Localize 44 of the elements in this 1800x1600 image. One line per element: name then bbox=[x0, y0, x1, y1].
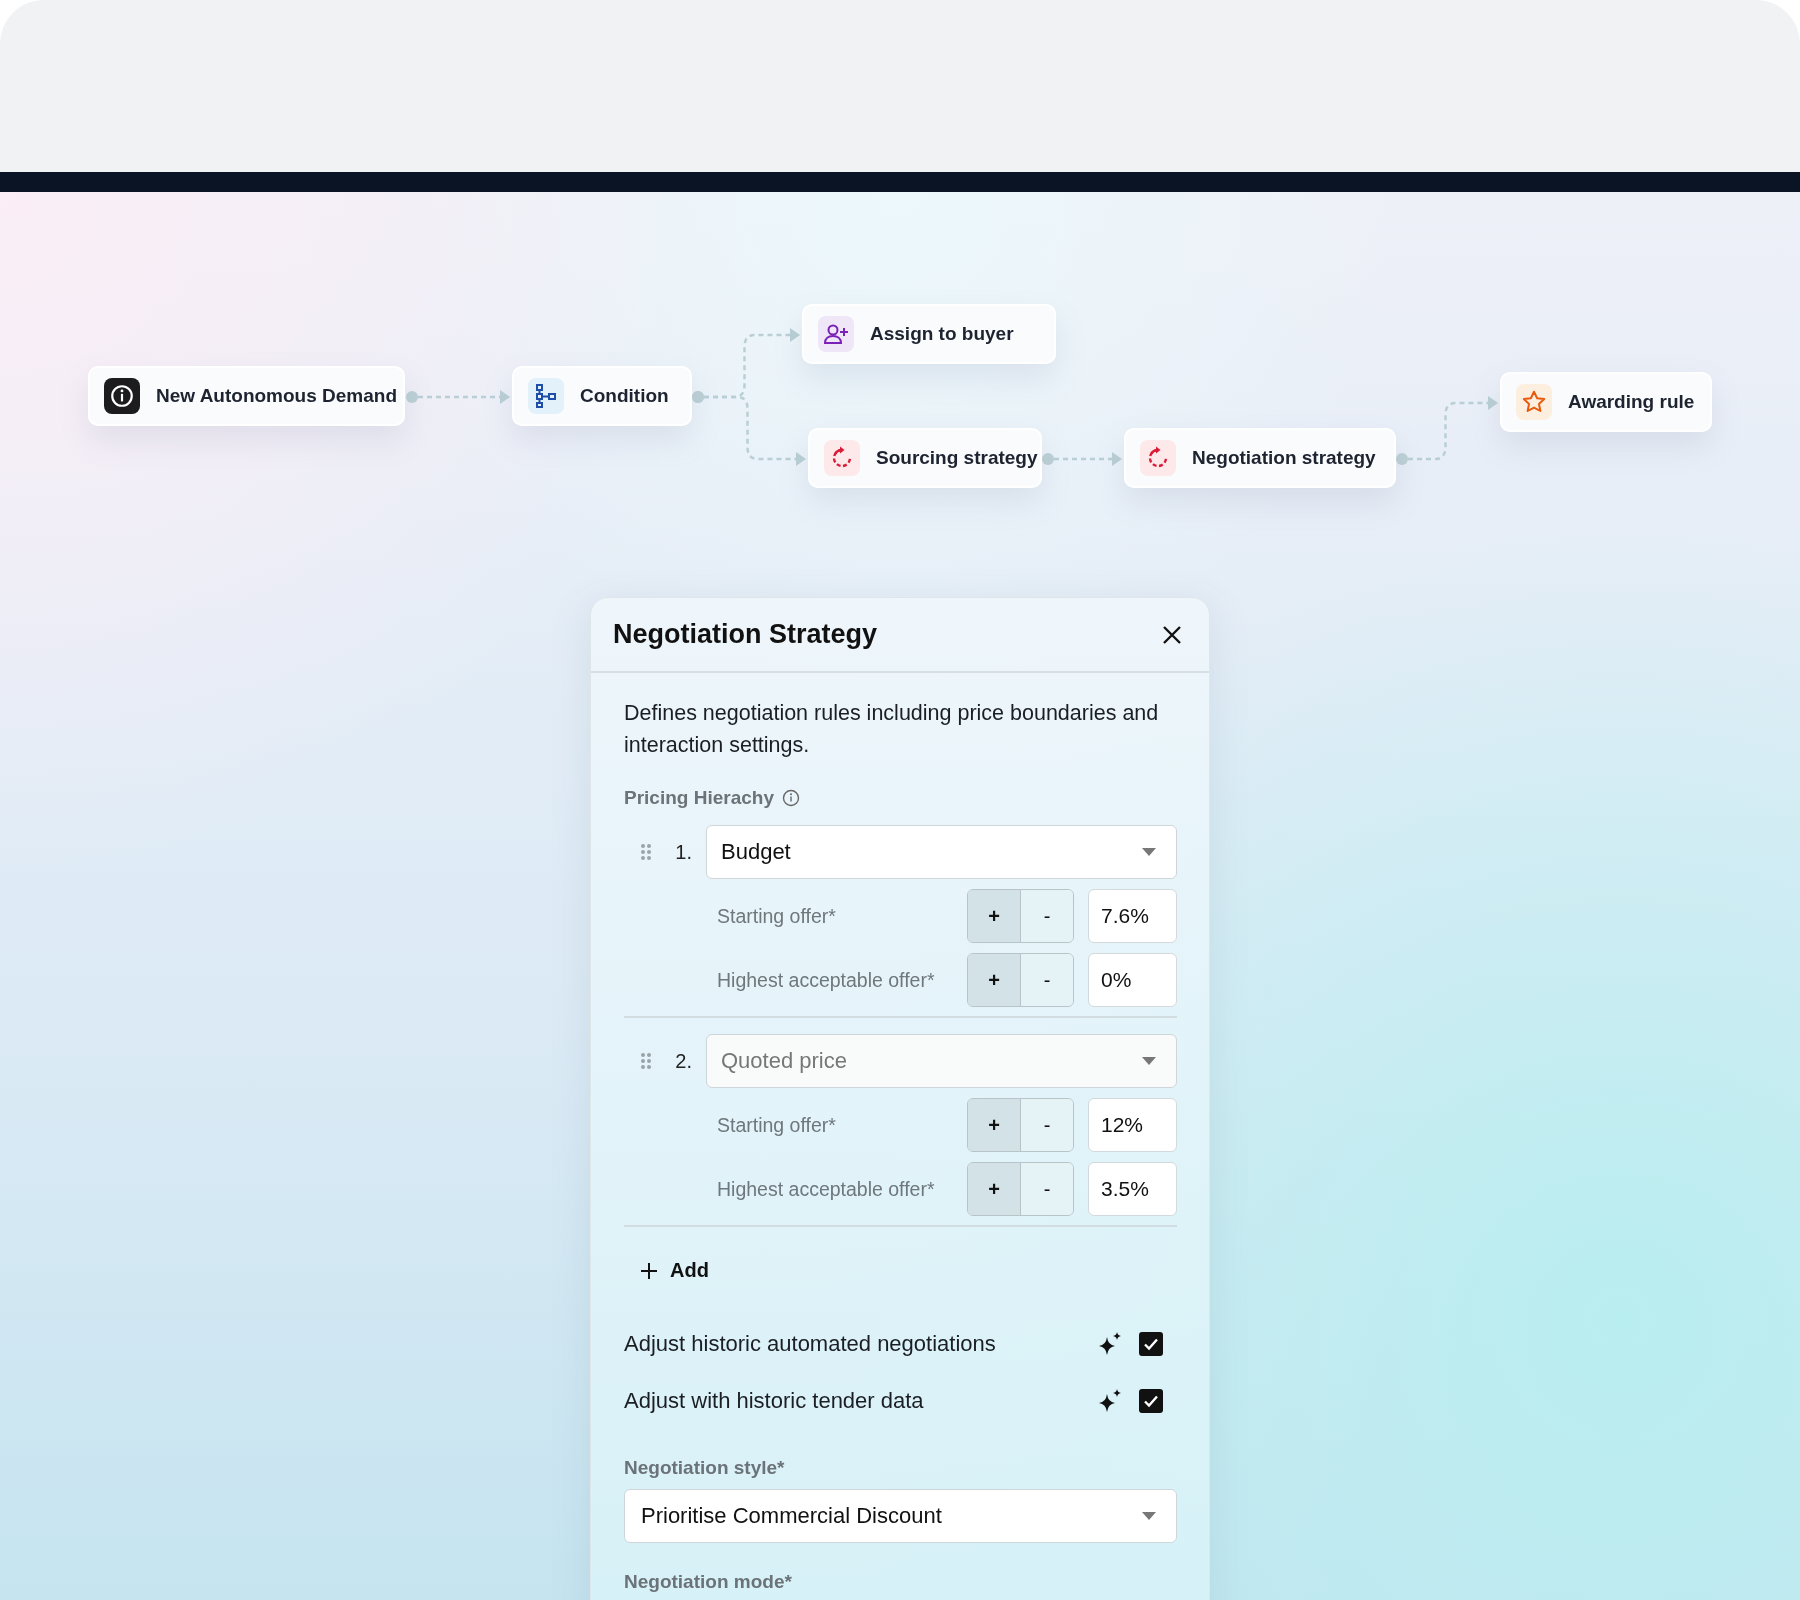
decrement-button[interactable]: - bbox=[1021, 954, 1073, 1006]
refresh-icon bbox=[1146, 446, 1170, 470]
drag-handle-icon[interactable] bbox=[640, 843, 652, 861]
refresh-icon bbox=[830, 446, 854, 470]
flow-node[interactable]: Awarding rule bbox=[1500, 372, 1712, 432]
percent-field[interactable]: 7.6% bbox=[1088, 889, 1177, 943]
item-number: 1. bbox=[674, 840, 692, 864]
field-label: Negotiation mode* bbox=[624, 1571, 793, 1593]
field-label: Highest acceptable offer* bbox=[717, 968, 936, 992]
flow-node[interactable]: Sourcing strategy bbox=[808, 428, 1042, 488]
flow-node[interactable]: Condition bbox=[512, 366, 692, 426]
caret-icon bbox=[1142, 848, 1156, 856]
dropdown[interactable]: Prioritise Commercial Discount bbox=[624, 1489, 1177, 1543]
flow-node[interactable]: New Autonomous Demand bbox=[88, 366, 405, 426]
field-label: Starting offer* bbox=[717, 904, 837, 928]
increment-button[interactable]: + bbox=[968, 890, 1021, 942]
caret-icon bbox=[1142, 1512, 1156, 1520]
decrement-button[interactable]: - bbox=[1021, 890, 1073, 942]
caret-icon bbox=[1142, 1057, 1156, 1065]
star-icon bbox=[1521, 389, 1547, 415]
increment-button[interactable]: + bbox=[968, 954, 1021, 1006]
hierarchy-icon bbox=[534, 383, 558, 409]
percent-field[interactable]: 0% bbox=[1088, 953, 1177, 1007]
option-label: Adjust historic automated negotiations bbox=[624, 1331, 997, 1357]
flow-node[interactable]: Negotiation strategy bbox=[1124, 428, 1396, 488]
option-label: Adjust with historic tender data bbox=[624, 1388, 925, 1414]
info-icon bbox=[109, 383, 135, 409]
drag-handle-icon[interactable] bbox=[640, 1052, 652, 1070]
item-number: 2. bbox=[674, 1049, 692, 1073]
add-button[interactable]: Add bbox=[636, 1253, 713, 1288]
checkbox[interactable] bbox=[1139, 1332, 1163, 1356]
dialog-title: Negotiation Strategy bbox=[613, 619, 878, 650]
description: Defines negotiation rules including price boundaries and interaction settings. bbox=[624, 700, 1160, 759]
checkbox[interactable] bbox=[1139, 1389, 1163, 1413]
field-label: Highest acceptable offer* bbox=[717, 1177, 936, 1201]
close-icon bbox=[1161, 623, 1183, 646]
plus-icon bbox=[640, 1261, 658, 1280]
flow-node[interactable]: Assign to buyer bbox=[802, 304, 1056, 364]
section-label: Pricing Hierachy bbox=[624, 787, 774, 809]
info-icon bbox=[781, 789, 800, 807]
user-plus-icon bbox=[823, 322, 849, 346]
dropdown[interactable]: Budget bbox=[706, 825, 1177, 879]
field-label: Negotiation style* bbox=[624, 1457, 786, 1479]
field-label: Starting offer* bbox=[717, 1113, 837, 1137]
